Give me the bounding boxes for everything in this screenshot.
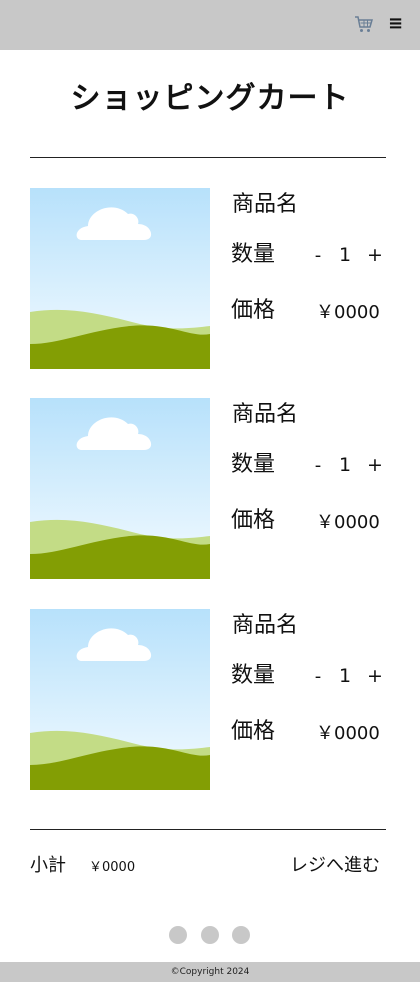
cart-item: 商品名 数量 - 1 + 価格 ￥0000 [30,398,386,579]
product-image [30,609,210,790]
quantity-increase-button[interactable]: + [367,453,383,477]
footer-bar: ©Copyright 2024 [0,962,420,982]
quantity-value: 1 [338,454,352,476]
checkout-button[interactable]: レジへ進む [290,854,380,878]
product-image [30,398,210,579]
cart-item: 商品名 数量 - 1 + 価格 ￥0000 [30,188,386,369]
cart-item: 商品名 数量 - 1 + 価格 ￥0000 [30,609,386,790]
price-value: ￥0000 [316,302,380,323]
quantity-value: 1 [338,665,352,687]
top-bar: ≡ [0,0,420,50]
page-dot[interactable] [201,926,219,944]
price-label: 価格 [231,508,276,533]
quantity-increase-button[interactable]: + [367,243,383,267]
quantity-decrease-button[interactable]: - [312,454,324,478]
price-label: 価格 [231,719,276,744]
price-value: ￥0000 [316,512,380,533]
subtotal-value: ￥0000 [89,860,136,875]
item-name: 商品名 [232,613,299,638]
page-title: ショッピングカート [70,81,350,116]
hamburger-menu-icon[interactable]: ≡ [388,13,403,35]
price-value: ￥0000 [316,723,380,744]
copyright-text: ©Copyright 2024 [170,967,250,977]
product-image [30,188,210,369]
quantity-value: 1 [338,244,352,266]
subtotal-label: 小計 [30,855,66,876]
page-dot[interactable] [169,926,187,944]
divider-top [30,157,386,158]
quantity-label: 数量 [231,663,276,688]
price-label: 価格 [231,298,276,323]
quantity-label: 数量 [231,242,276,267]
pagination-dots [169,926,253,944]
quantity-decrease-button[interactable]: - [312,244,324,268]
item-name: 商品名 [232,402,299,427]
cart-icon[interactable] [354,14,374,34]
quantity-decrease-button[interactable]: - [312,665,324,689]
quantity-increase-button[interactable]: + [367,664,383,688]
divider-bottom [30,829,386,830]
item-name: 商品名 [232,192,299,217]
page-dot[interactable] [232,926,250,944]
quantity-label: 数量 [231,452,276,477]
